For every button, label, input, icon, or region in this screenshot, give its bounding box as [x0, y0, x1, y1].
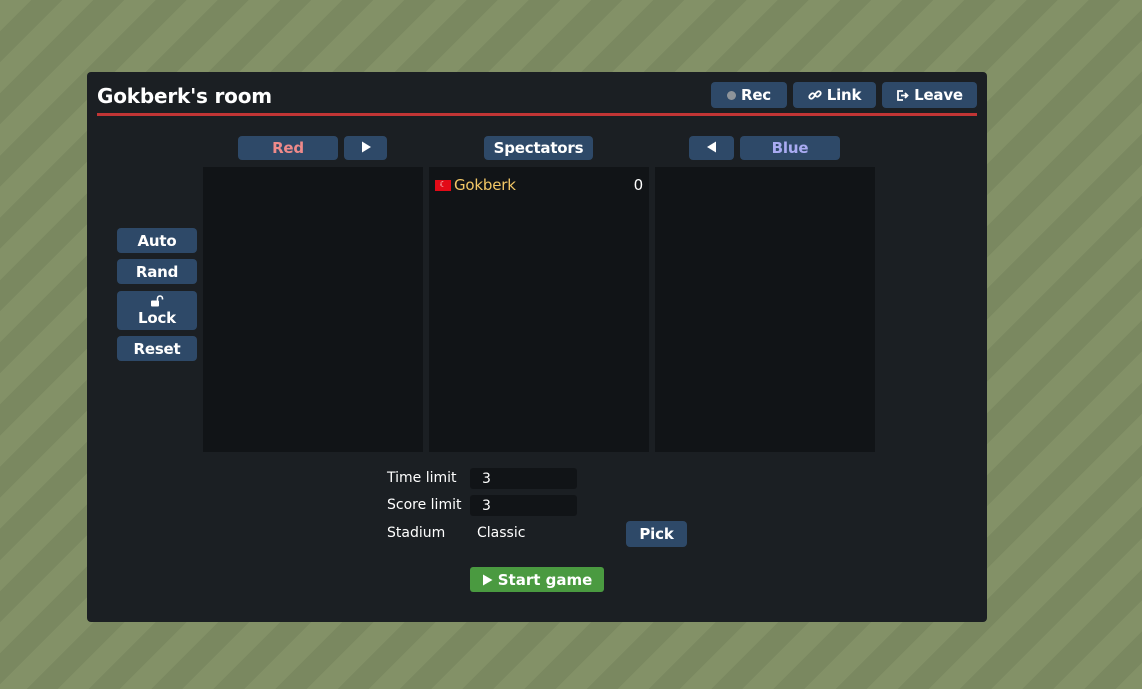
- start-game-label: Start game: [497, 570, 593, 589]
- player-row[interactable]: ☾ Gokberk 0: [429, 167, 649, 194]
- leave-button[interactable]: Leave: [882, 82, 977, 108]
- red-team-label: Red: [272, 139, 304, 157]
- leave-button-label: Leave: [914, 86, 963, 104]
- auto-button[interactable]: Auto: [117, 228, 197, 253]
- player-name: Gokberk: [454, 176, 516, 194]
- reset-button-label: Reset: [133, 339, 181, 358]
- score-limit-input[interactable]: 3: [470, 495, 577, 516]
- unlock-icon: [150, 295, 164, 310]
- turkey-flag-icon: ☾: [435, 179, 451, 191]
- pick-button-label: Pick: [639, 525, 674, 543]
- link-button[interactable]: Link: [793, 82, 876, 108]
- stadium-label: Stadium: [387, 525, 446, 541]
- title-divider: [97, 113, 977, 116]
- triangle-right-icon: [360, 139, 372, 157]
- lock-button-label: Lock: [138, 309, 176, 327]
- blue-team-label: Blue: [771, 139, 809, 157]
- rand-button[interactable]: Rand: [117, 259, 197, 284]
- move-to-blue-button[interactable]: [689, 136, 734, 160]
- auto-button-label: Auto: [137, 231, 177, 250]
- pick-stadium-button[interactable]: Pick: [626, 521, 687, 547]
- room-title: Gokberk's room: [97, 84, 272, 108]
- lock-button[interactable]: Lock: [117, 291, 197, 330]
- rec-button[interactable]: Rec: [711, 82, 787, 108]
- rec-button-label: Rec: [740, 86, 771, 104]
- player-ping: 0: [633, 176, 644, 194]
- spectators-label: Spectators: [493, 139, 584, 157]
- score-limit-label: Score limit: [387, 497, 462, 513]
- red-team-button[interactable]: Red: [238, 136, 338, 160]
- spectators-button[interactable]: Spectators: [484, 136, 593, 160]
- spectators-list[interactable]: ☾ Gokberk 0: [429, 167, 649, 452]
- blue-team-button[interactable]: Blue: [740, 136, 840, 160]
- link-icon: [808, 88, 822, 102]
- leave-icon: [896, 89, 909, 102]
- stadium-value: Classic: [477, 525, 526, 541]
- time-limit-label: Time limit: [387, 470, 457, 486]
- room-dialog: Gokberk's room Rec Link Leave Red Specta…: [87, 72, 987, 622]
- triangle-left-icon: [706, 139, 718, 157]
- reset-button[interactable]: Reset: [117, 336, 197, 361]
- record-dot-icon: [726, 90, 736, 100]
- link-button-label: Link: [826, 86, 862, 104]
- blue-team-list[interactable]: [655, 167, 875, 452]
- play-icon: [482, 574, 493, 586]
- red-team-list[interactable]: [203, 167, 423, 452]
- rand-button-label: Rand: [135, 262, 179, 281]
- move-to-red-button[interactable]: [344, 136, 387, 160]
- time-limit-input[interactable]: 3: [470, 468, 577, 489]
- start-game-button[interactable]: Start game: [470, 567, 604, 592]
